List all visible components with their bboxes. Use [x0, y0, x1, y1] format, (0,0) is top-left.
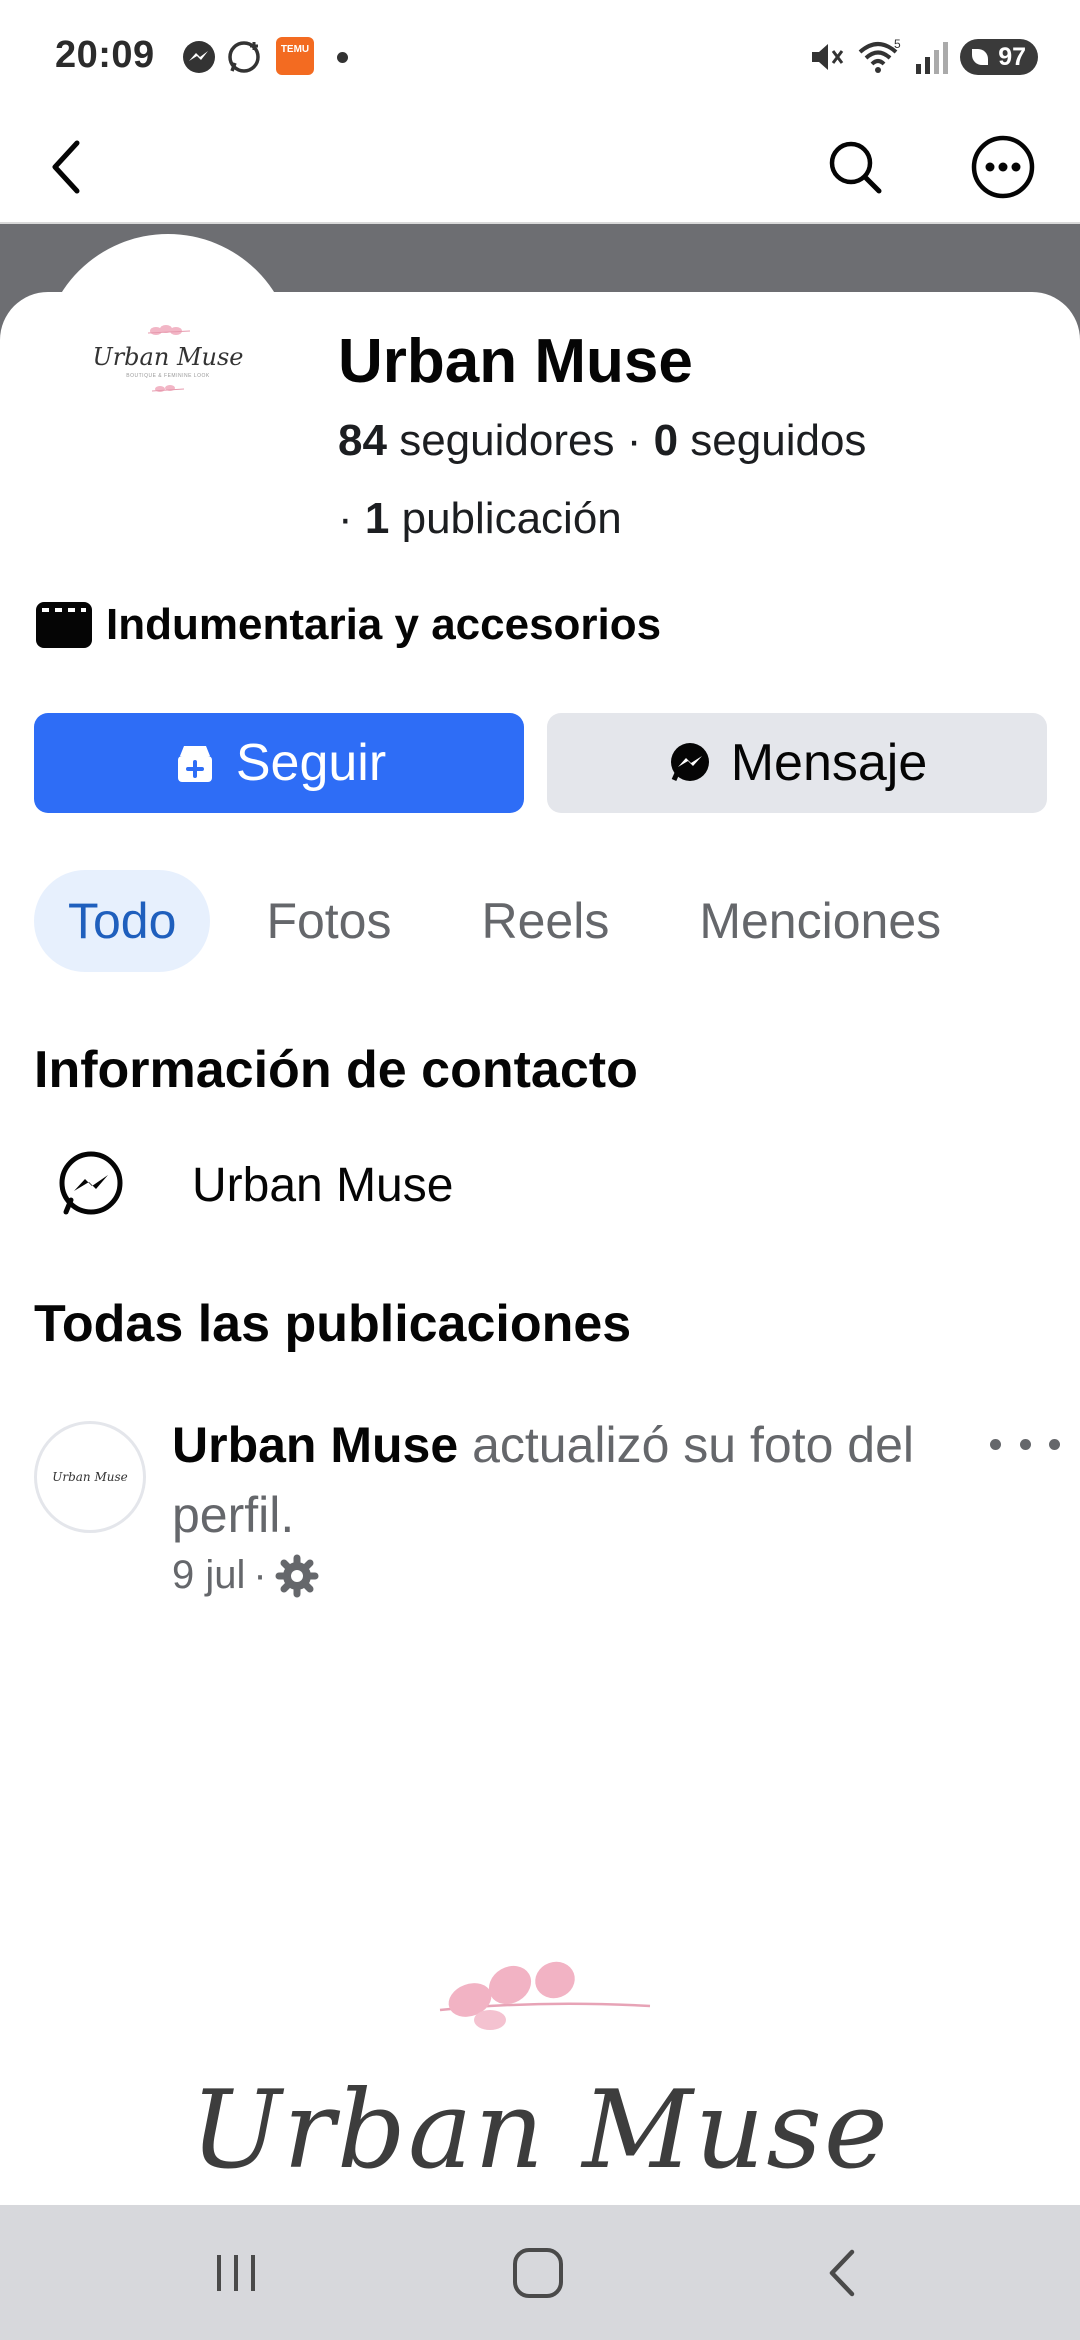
whatsapp-icon: [228, 41, 260, 73]
clapperboard-icon: [36, 602, 92, 648]
flower-branch-icon: [439, 1961, 651, 2030]
svg-text:5: 5: [894, 38, 901, 51]
signal-icon: [916, 42, 948, 74]
avatar-brand-text: Urban Muse: [92, 343, 244, 371]
contact-messenger-name: Urban Muse: [192, 1158, 454, 1212]
status-time: 20:09: [55, 34, 155, 76]
search-button[interactable]: [818, 130, 892, 204]
messenger-icon: [670, 743, 709, 782]
tab-todo[interactable]: Todo: [34, 870, 211, 972]
follow-button[interactable]: Seguir: [34, 713, 524, 813]
posts-stats: · 1 publicación: [338, 494, 622, 544]
mute-icon: [812, 44, 844, 70]
post-image-brand: Urban Muse: [190, 2068, 890, 2193]
settings-gear-icon: [275, 1554, 319, 1597]
battery-indicator: 97: [960, 39, 1038, 75]
following-count: 0: [653, 416, 679, 465]
chevron-left-icon: [52, 140, 80, 194]
page-title: Urban Muse: [338, 327, 693, 396]
category-label: Indumentaria y accesorios: [106, 600, 662, 649]
following-label: seguidos: [690, 416, 867, 465]
notification-dot: [337, 52, 348, 63]
power-saving-icon: [972, 49, 988, 65]
home-icon: [513, 2248, 563, 2298]
followers-label: seguidores: [399, 416, 615, 465]
more-dot: [990, 1438, 1001, 1450]
wifi-icon: 5: [858, 38, 901, 73]
all-posts-title: Todas las publicaciones: [34, 1295, 632, 1353]
tab-menciones[interactable]: Menciones: [665, 870, 975, 972]
stats-separator: ·: [626, 416, 642, 465]
followers-count: 84: [338, 416, 387, 465]
more-circle-icon: [971, 135, 1035, 199]
followers-stats[interactable]: 84 seguidores · 0 seguidos: [338, 416, 866, 466]
temu-label: TEMU: [280, 44, 310, 55]
flower-logo-bottom-icon: [151, 385, 185, 392]
messenger-outline-icon: [59, 1151, 123, 1215]
app-header: [0, 110, 1080, 224]
post-image[interactable]: Urban Muse: [0, 1940, 1080, 2200]
search-icon: [829, 141, 882, 194]
posts-prefix: ·: [338, 494, 353, 543]
status-bar: 20:09 TEMU 5 97: [0, 0, 1080, 110]
profile-tabs: Todo Fotos Reels Menciones: [34, 870, 997, 972]
system-nav-bar: [0, 2205, 1080, 2340]
battery-level: 97: [998, 43, 1026, 71]
post-author-avatar[interactable]: Urban Muse: [34, 1421, 146, 1533]
recent-apps-button[interactable]: [206, 2243, 266, 2303]
back-arrow-icon: [829, 2249, 855, 2297]
home-button[interactable]: [508, 2243, 568, 2303]
tab-fotos[interactable]: Fotos: [232, 870, 425, 972]
contact-messenger-row[interactable]: Urban Muse: [56, 1150, 453, 1220]
recent-apps-icon: [217, 2255, 255, 2291]
page-category: Indumentaria y accesorios: [36, 600, 661, 650]
messenger-icon: [183, 41, 215, 73]
more-dot: [1019, 1438, 1031, 1450]
flower-logo-icon: [147, 325, 191, 335]
more-dot: [1049, 1438, 1060, 1450]
post-meta: 9 jul ·: [172, 1553, 319, 1598]
post-header-text: Urban Muse actualizó su foto del perfil.: [172, 1410, 952, 1550]
post-more-button[interactable]: [990, 1424, 1060, 1464]
back-button[interactable]: [30, 130, 104, 204]
more-options-button[interactable]: [966, 130, 1040, 204]
system-back-button[interactable]: [812, 2243, 872, 2303]
follow-icon: [177, 746, 212, 782]
post-author-name[interactable]: Urban Muse: [172, 1417, 458, 1473]
message-button[interactable]: Mensaje: [547, 713, 1047, 813]
contact-info-title: Información de contacto: [34, 1041, 638, 1099]
temu-app-icon: TEMU: [276, 37, 314, 75]
post-meta-separator: ·: [253, 1553, 267, 1597]
post-avatar-brand: Urban Muse: [52, 1470, 128, 1484]
profile-avatar[interactable]: Urban Muse BOUTIQUE & FEMININE LOOK: [48, 240, 288, 480]
tab-reels[interactable]: Reels: [448, 870, 644, 972]
posts-label: publicación: [401, 494, 622, 543]
message-label: Mensaje: [730, 734, 928, 792]
posts-count: 1: [364, 494, 390, 543]
post-date[interactable]: 9 jul: [172, 1553, 245, 1598]
follow-label: Seguir: [235, 734, 387, 792]
